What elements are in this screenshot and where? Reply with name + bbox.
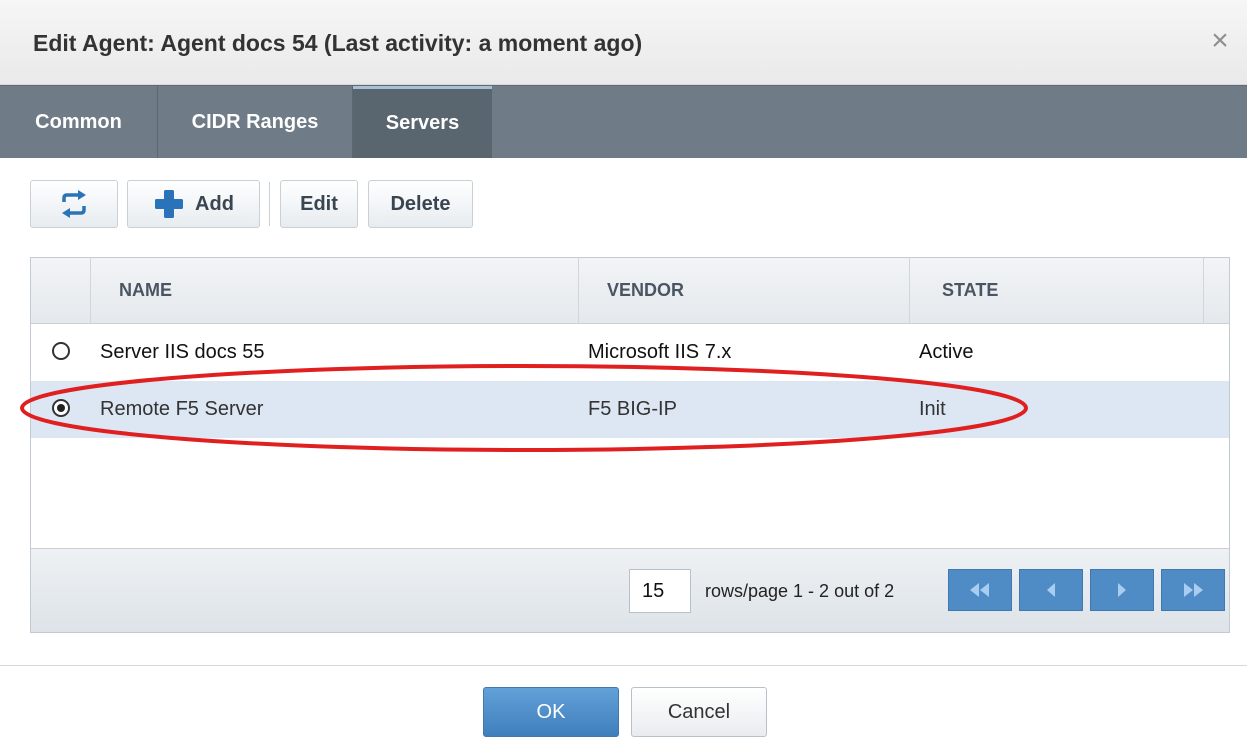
cell-name: Remote F5 Server — [100, 398, 264, 420]
column-header-vendor[interactable]: VENDOR — [578, 258, 909, 323]
footer-divider — [0, 665, 1247, 666]
cell-vendor: Microsoft IIS 7.x — [588, 341, 732, 363]
cell-state: Active — [919, 341, 974, 363]
last-page-button[interactable] — [1161, 569, 1225, 611]
prev-page-button[interactable] — [1019, 569, 1083, 611]
edit-agent-dialog: Edit Agent: Agent docs 54 (Last activity… — [0, 0, 1247, 751]
tab-cidr-ranges[interactable]: CIDR Ranges — [158, 86, 353, 158]
header-spacer — [1203, 258, 1229, 323]
tab-common[interactable]: Common — [0, 86, 158, 158]
next-page-icon — [1118, 583, 1126, 597]
cell-vendor: F5 BIG-IP — [588, 398, 677, 420]
header-select-column — [31, 258, 90, 323]
plus-icon — [155, 190, 184, 218]
add-button[interactable]: Add — [127, 180, 260, 228]
row-radio[interactable] — [52, 342, 70, 360]
prev-page-icon — [1047, 583, 1055, 597]
column-header-state[interactable]: STATE — [909, 258, 1203, 323]
cancel-button[interactable]: Cancel — [631, 687, 767, 737]
first-page-button[interactable] — [948, 569, 1012, 611]
table-row[interactable]: Remote F5 Server F5 BIG-IP Init — [31, 381, 1229, 438]
first-page-icon — [970, 583, 989, 597]
cell-name: Server IIS docs 55 — [100, 341, 265, 363]
close-icon[interactable]: × — [1206, 24, 1234, 58]
column-header-name[interactable]: NAME — [90, 258, 578, 323]
dialog-title-bar[interactable]: Edit Agent: Agent docs 54 (Last activity… — [0, 0, 1247, 85]
pager-summary: rows/page 1 - 2 out of 2 — [705, 581, 895, 601]
grid-header: NAME VENDOR STATE — [31, 258, 1229, 324]
refresh-button[interactable] — [30, 180, 118, 228]
next-page-button[interactable] — [1090, 569, 1154, 611]
add-button-label: Add — [195, 192, 234, 215]
table-row[interactable]: Server IIS docs 55 Microsoft IIS 7.x Act… — [31, 324, 1229, 381]
last-page-icon — [1184, 583, 1203, 597]
radio-dot — [57, 404, 65, 412]
servers-grid: NAME VENDOR STATE Server IIS docs 55 Mic… — [30, 257, 1230, 633]
rows-per-page-input[interactable] — [629, 569, 691, 613]
tab-bar: Common CIDR Ranges Servers — [0, 85, 1247, 158]
edit-button[interactable]: Edit — [280, 180, 358, 228]
cell-state: Init — [919, 398, 946, 420]
dialog-title: Edit Agent: Agent docs 54 (Last activity… — [33, 30, 643, 56]
tab-servers[interactable]: Servers — [353, 86, 492, 158]
row-radio-selected[interactable] — [52, 399, 70, 417]
ok-button[interactable]: OK — [483, 687, 619, 737]
grid-pager: rows/page 1 - 2 out of 2 — [31, 548, 1229, 632]
refresh-icon — [62, 190, 86, 218]
toolbar-separator — [269, 182, 270, 226]
delete-button[interactable]: Delete — [368, 180, 473, 228]
